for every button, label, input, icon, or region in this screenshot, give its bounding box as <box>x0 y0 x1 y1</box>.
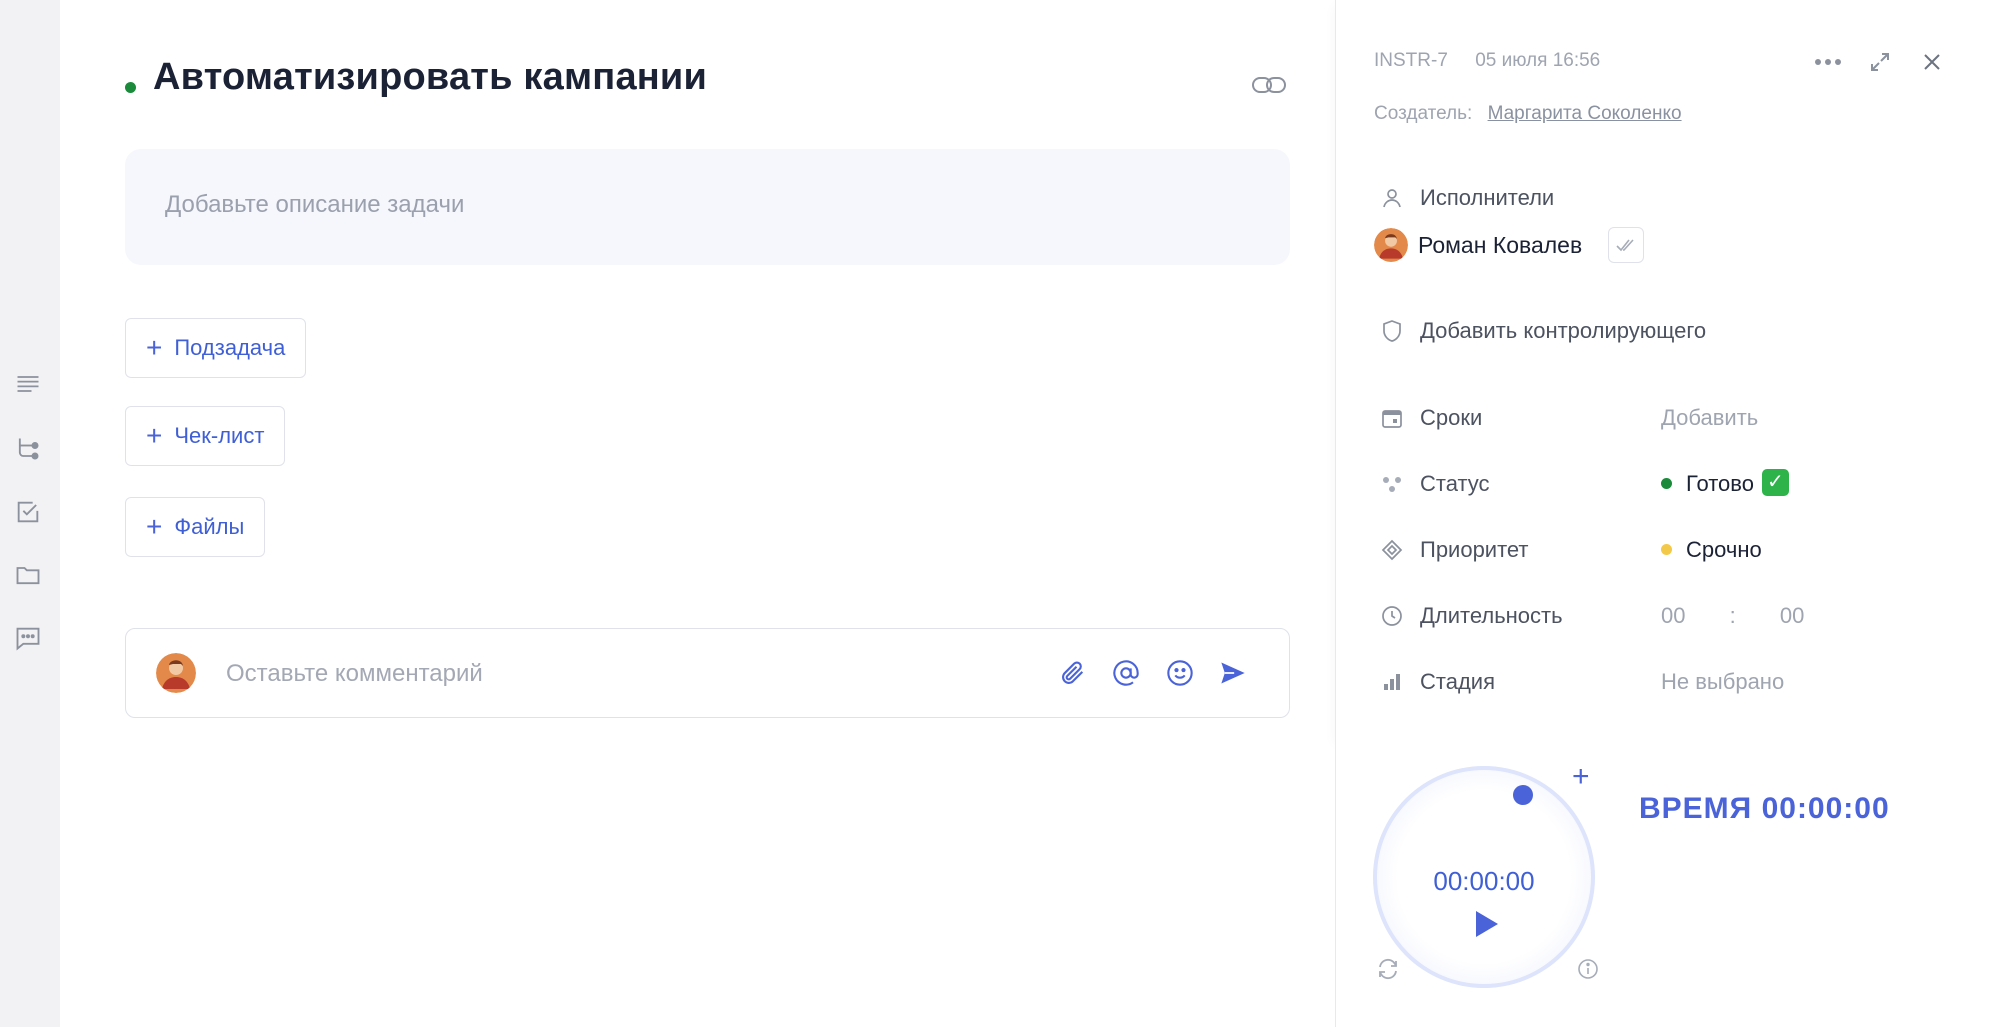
creator-label: Создатель: <box>1374 103 1473 124</box>
description-placeholder: Добавьте описание задачи <box>165 191 465 218</box>
task-title[interactable]: Автоматизировать кампании <box>153 56 707 99</box>
plus-icon: + <box>146 332 163 363</box>
stage-select[interactable]: Не выбрано <box>1661 669 1784 695</box>
task-status-dot <box>125 82 136 93</box>
stage-label: Стадия <box>1420 669 1495 694</box>
time-total-label: ВРЕМЯ 00:00:00 <box>1639 792 1890 825</box>
user-icon <box>1378 184 1406 212</box>
check-mark-icon: ✓ <box>1761 468 1789 496</box>
send-icon[interactable] <box>1216 656 1250 690</box>
status-dot <box>1661 477 1672 489</box>
reset-icon[interactable] <box>1373 954 1403 984</box>
add-time-button[interactable]: + <box>1572 762 1590 792</box>
copy-link-icon[interactable] <box>1248 68 1290 102</box>
attach-icon[interactable] <box>1056 656 1090 690</box>
deadline-label: Сроки <box>1420 405 1483 430</box>
mention-icon[interactable] <box>1109 656 1143 690</box>
play-icon[interactable] <box>1472 909 1500 939</box>
double-check-icon[interactable] <box>1608 227 1645 263</box>
info-icon[interactable] <box>1573 954 1603 984</box>
shield-icon <box>1378 317 1406 345</box>
left-rail <box>0 0 60 1027</box>
priority-dot <box>1661 543 1672 555</box>
clock-icon <box>1378 602 1406 630</box>
add-checklist-button[interactable]: + Чек-лист <box>125 406 286 466</box>
timer-widget: 00:00:00 + ВРЕМЯ 00:00:00 <box>1335 738 2000 1027</box>
priority-value: Срочно <box>1686 537 1762 562</box>
timer-circle: 00:00:00 <box>1373 766 1595 988</box>
assignees-label: Исполнители <box>1420 185 1555 210</box>
chat-icon[interactable] <box>13 623 43 653</box>
task-details-panel: INSTR-7 05 июля 16:56 Создатель: Маргари… <box>1335 0 2000 738</box>
add-files-label: Файлы <box>174 514 245 539</box>
duration-separator: : <box>1729 603 1736 628</box>
folder-icon[interactable] <box>13 560 43 590</box>
add-checklist-label: Чек-лист <box>174 423 265 448</box>
task-main: Автоматизировать кампании Добавьте описа… <box>60 0 1335 1027</box>
priority-select[interactable]: Срочно <box>1661 537 1762 563</box>
duration-input[interactable]: 00 : 00 <box>1661 603 1804 629</box>
add-files-button[interactable]: + Файлы <box>125 497 266 557</box>
close-icon[interactable] <box>1916 46 1948 78</box>
status-value: Готово <box>1686 471 1754 496</box>
comment-box <box>125 628 1290 718</box>
comment-input[interactable] <box>224 655 928 693</box>
add-subtask-button[interactable]: + Подзадача <box>125 318 307 378</box>
duration-minutes[interactable]: 00 <box>1780 603 1804 628</box>
plus-icon: + <box>146 511 163 542</box>
status-label: Статус <box>1420 471 1490 496</box>
description-field[interactable]: Добавьте описание задачи <box>125 149 1290 265</box>
timer-knob[interactable] <box>1513 785 1533 805</box>
creator-row: Создатель: Маргарита Соколенко <box>1374 103 1682 125</box>
creator-link[interactable]: Маргарита Соколенко <box>1488 103 1682 124</box>
duration-label: Длительность <box>1420 603 1563 628</box>
duration-hours[interactable]: 00 <box>1661 603 1685 628</box>
avatar <box>1374 228 1408 262</box>
task-created-at: 05 июля 16:56 <box>1475 50 1601 71</box>
add-controller-button[interactable]: Добавить контролирующего <box>1420 318 1706 344</box>
task-id: INSTR-7 <box>1374 50 1448 71</box>
add-subtask-label: Подзадача <box>174 335 286 360</box>
priority-icon <box>1378 536 1406 564</box>
description-lines-icon[interactable] <box>13 369 43 399</box>
assignee-item[interactable]: Роман Ковалев <box>1374 227 1645 263</box>
avatar <box>156 653 196 693</box>
status-select[interactable]: Готово ✓ <box>1661 468 1789 499</box>
timer-display: 00:00:00 <box>1433 866 1535 896</box>
stage-bars-icon <box>1378 668 1406 696</box>
checklist-icon[interactable] <box>13 497 43 527</box>
emoji-icon[interactable] <box>1163 656 1197 690</box>
task-meta: INSTR-7 05 июля 16:56 <box>1374 50 1622 72</box>
plus-icon: + <box>146 420 163 451</box>
status-icon <box>1378 470 1406 498</box>
assignee-name: Роман Ковалев <box>1418 231 1583 258</box>
more-icon[interactable] <box>1812 46 1844 78</box>
expand-icon[interactable] <box>1864 46 1896 78</box>
deadline-add-button[interactable]: Добавить <box>1661 405 1758 431</box>
priority-label: Приоритет <box>1420 537 1529 562</box>
calendar-icon <box>1378 404 1406 432</box>
subtasks-icon[interactable] <box>13 434 43 464</box>
